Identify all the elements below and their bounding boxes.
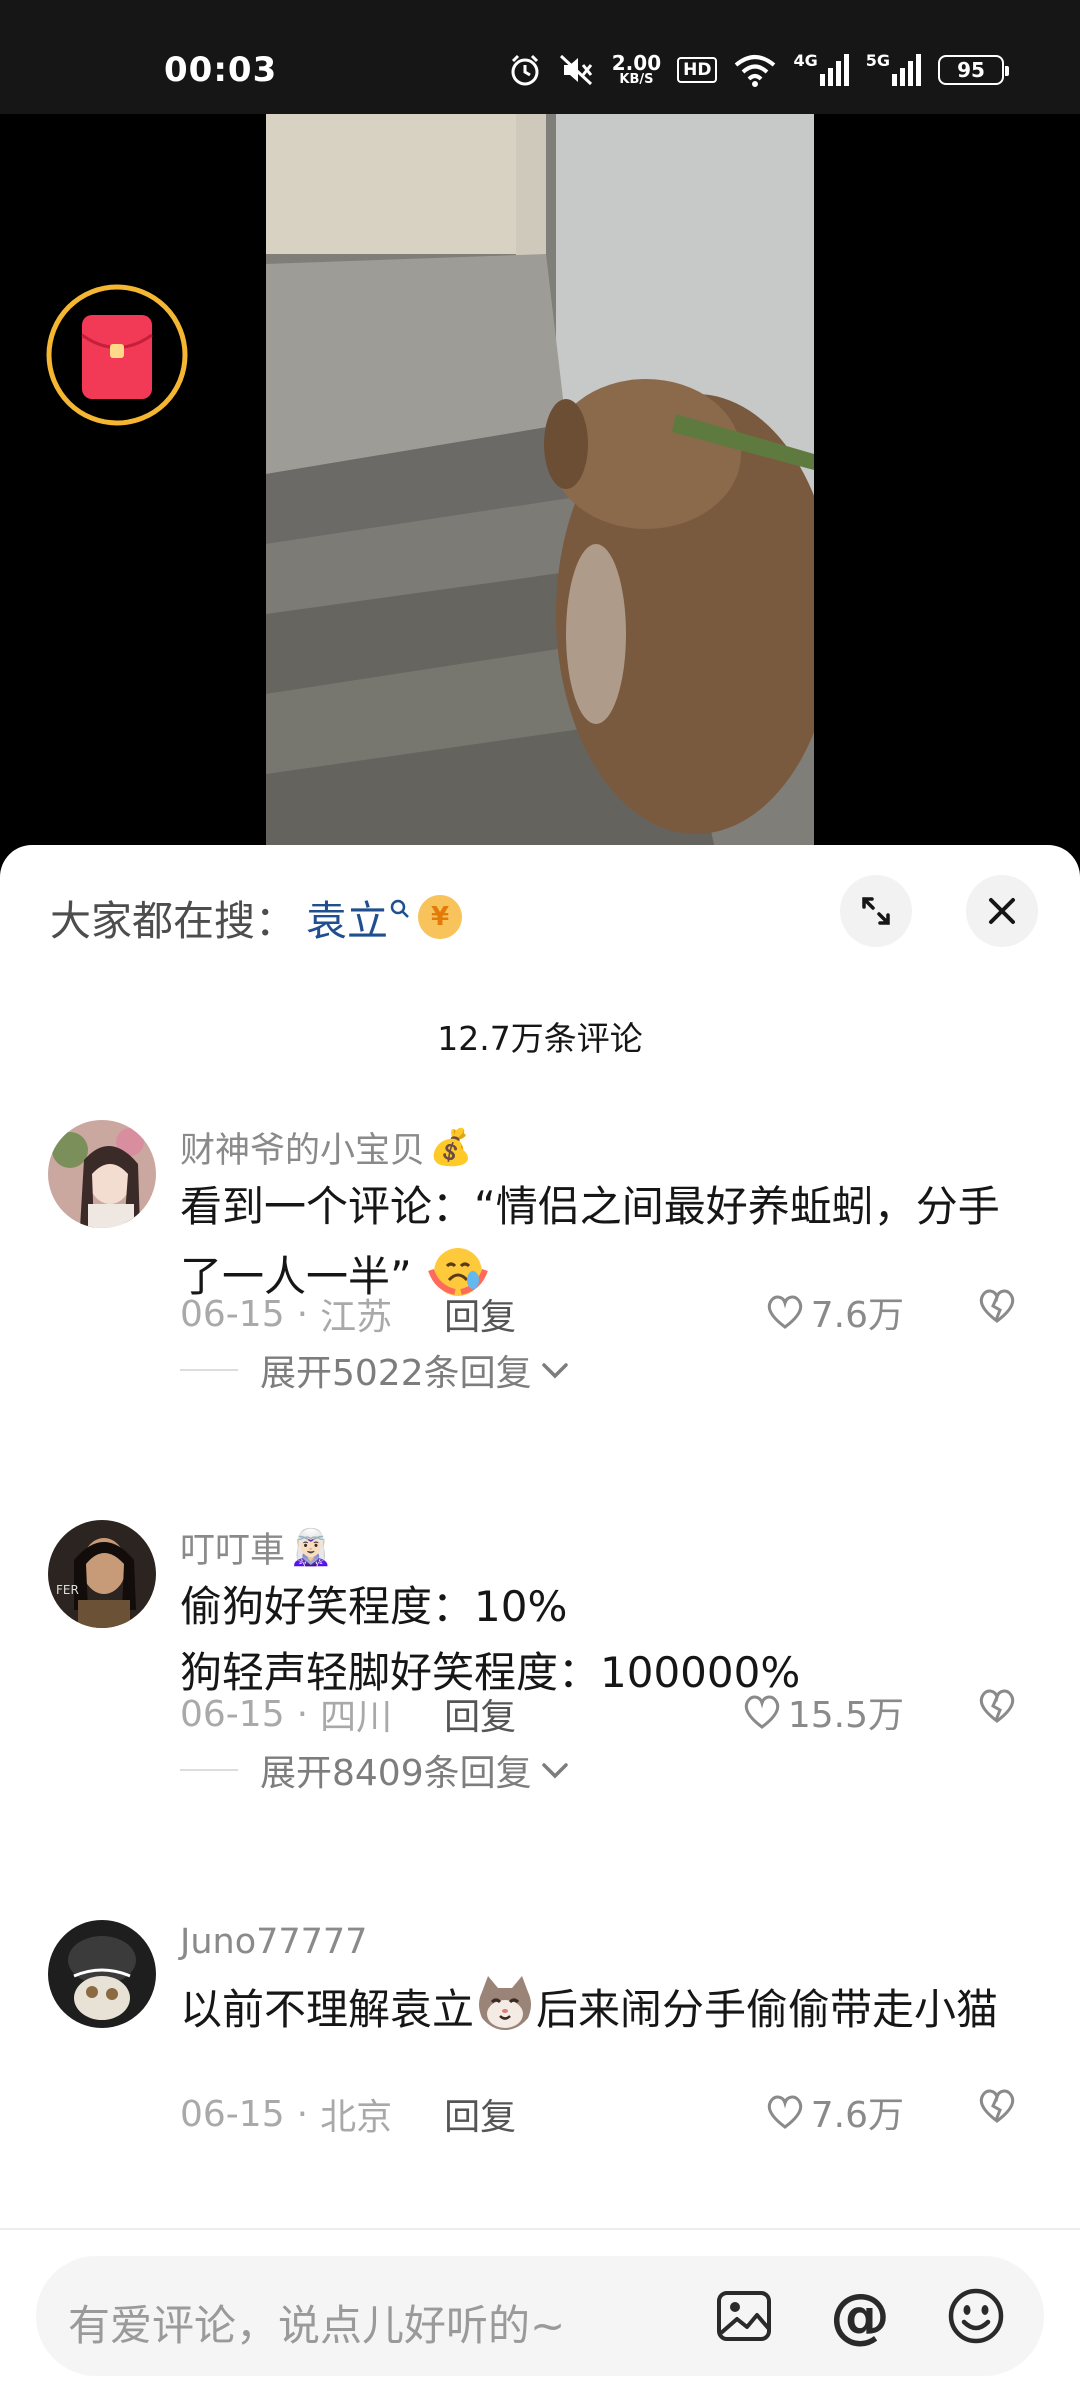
comment-location: 江苏 [320, 1297, 393, 1338]
divider-line [180, 1769, 238, 1771]
like-button[interactable]: 7.6万 [765, 1286, 904, 1338]
signal-icon [819, 54, 849, 86]
close-icon [989, 898, 1015, 924]
video-still [266, 114, 814, 854]
broken-heart-icon [979, 2089, 1015, 2123]
expand-replies-button[interactable]: 展开8409条回复 [180, 1744, 572, 1796]
video-frame[interactable] [266, 114, 814, 854]
net-speed-unit: KB/S [619, 72, 654, 87]
image-icon [717, 2291, 771, 2341]
comment-meta: 06-15 · 北京 回复 [180, 2088, 516, 2140]
at-icon: @ [830, 2281, 890, 2351]
mute-icon [558, 53, 596, 87]
video-player[interactable] [0, 114, 1080, 854]
divider-line [180, 1369, 238, 1371]
close-button[interactable] [966, 875, 1038, 947]
comment-username[interactable]: Juno77777 [180, 1922, 367, 1962]
red-envelope-icon [46, 284, 188, 426]
comment-sheet: 大家都在搜： 袁立 ¥ 12.7万条评论 财神爷的小宝贝 💰 看到一个评论：“情… [0, 845, 1080, 2400]
comment-text[interactable]: 以前不理解袁立 后来闹分手偷偷带走小猫 [180, 1974, 1020, 2051]
net-speed-value: 2.00 [611, 51, 662, 75]
network-label-5g: 5G [865, 50, 890, 70]
dislike-button[interactable] [976, 1286, 1018, 1330]
comment-location: 四川 [320, 1697, 393, 1738]
input-divider [0, 2228, 1080, 2230]
heart-icon [767, 2095, 802, 2129]
money-bag-icon: 💰 [429, 1128, 473, 1168]
status-icons: 2.00 KB/S HD 4G 5G 95 [508, 48, 1009, 92]
username-text: 财神爷的小宝贝 [180, 1131, 426, 1171]
meta-separator: · [296, 1293, 309, 1335]
heart-icon [744, 1695, 780, 1729]
reply-button[interactable]: 回复 [444, 1288, 516, 1340]
expand-replies-button[interactable]: 展开5022条回复 [180, 1344, 572, 1396]
like-button[interactable]: 15.5万 [742, 1686, 904, 1738]
search-icon [390, 881, 410, 929]
like-count: 15.5万 [787, 1695, 904, 1736]
status-time: 00:03 [164, 50, 278, 90]
like-count: 7.6万 [810, 1295, 904, 1336]
svg-text:FER: FER [56, 1583, 79, 1597]
comment-text-line: 偷狗好笑程度：10% [180, 1582, 568, 1631]
broken-heart-icon [979, 1689, 1015, 1723]
broken-heart-icon [979, 1289, 1015, 1323]
network-speed: 2.00 KB/S [612, 53, 661, 87]
hd-badge: HD [677, 57, 718, 83]
hot-search-term[interactable]: 袁立 [306, 887, 388, 947]
alarm-icon [508, 53, 542, 87]
battery-indicator: 95 [938, 55, 1009, 85]
like-button[interactable]: 7.6万 [765, 2086, 904, 2138]
meta-separator: · [296, 1693, 309, 1735]
chevron-down-icon [541, 1763, 568, 1779]
comment-date: 06-15 [180, 1293, 285, 1335]
signal-icon [892, 54, 921, 86]
battery-level: 95 [957, 58, 985, 82]
comment-username[interactable]: 财神爷的小宝贝 💰 [180, 1122, 473, 1173]
avatar[interactable] [48, 1920, 156, 2028]
image-button[interactable] [712, 2284, 776, 2348]
expand-replies-label: 展开5022条回复 [260, 1353, 532, 1394]
red-envelope-button[interactable] [44, 282, 190, 428]
mention-button[interactable]: @ [828, 2284, 892, 2348]
hot-search-prefix: 大家都在搜： [50, 897, 296, 945]
comment-input[interactable]: 有爱评论，说点儿好听的~ [68, 2292, 565, 2353]
comment-input-bar[interactable]: 有爱评论，说点儿好听的~ @ [36, 2256, 1044, 2376]
dislike-button[interactable] [976, 1686, 1018, 1730]
expand-replies-label: 展开8409条回复 [260, 1753, 532, 1794]
emoji-icon [948, 2288, 1004, 2344]
reply-button[interactable]: 回复 [444, 1688, 516, 1740]
network-label-4g: 4G [793, 50, 818, 70]
comment-meta: 06-15 · 四川 回复 [180, 1688, 516, 1740]
wifi-icon [733, 53, 777, 87]
emoji-button[interactable] [944, 2284, 1008, 2348]
heart-icon [767, 1295, 802, 1329]
elf-icon: 🧝🏻‍♀️ [289, 1528, 333, 1568]
signal-5g: 5G [865, 50, 922, 86]
expand-icon [862, 897, 890, 925]
cat-emoji-icon [474, 1974, 536, 2051]
expand-button[interactable] [840, 875, 912, 947]
comment-meta: 06-15 · 江苏 回复 [180, 1288, 516, 1340]
comment-text-content: 看到一个评论：“情侣之间最好养蚯蚓，分手了一人一半” [180, 1182, 1000, 1301]
like-count: 7.6万 [810, 2095, 904, 2136]
meta-separator: · [296, 2093, 309, 2135]
dislike-button[interactable] [976, 2086, 1018, 2130]
reply-button[interactable]: 回复 [444, 2088, 516, 2140]
comment-location: 北京 [320, 2097, 393, 2138]
signal-4g: 4G [793, 50, 849, 86]
avatar[interactable] [48, 1120, 156, 1228]
comment-text-content: 后来闹分手偷偷带走小猫 [536, 1985, 999, 2034]
username-text: Juno77777 [180, 1922, 368, 1962]
status-bar: 00:03 2.00 KB/S HD 4G 5G 95 [0, 0, 1080, 114]
comment-text-content: 以前不理解袁立 [180, 1985, 475, 2034]
comment-date: 06-15 [180, 2093, 285, 2135]
comment-count: 12.7万条评论 [437, 1019, 643, 1058]
comment-username[interactable]: 叮叮車 🧝🏻‍♀️ [180, 1522, 333, 1573]
username-text: 叮叮車 [180, 1531, 286, 1571]
avatar[interactable]: FER [48, 1520, 156, 1628]
comment-date: 06-15 [180, 1693, 285, 1735]
chevron-down-icon [541, 1363, 568, 1379]
coin-icon: ¥ [418, 895, 462, 939]
hot-search-row[interactable]: 大家都在搜： 袁立 ¥ [50, 885, 462, 949]
